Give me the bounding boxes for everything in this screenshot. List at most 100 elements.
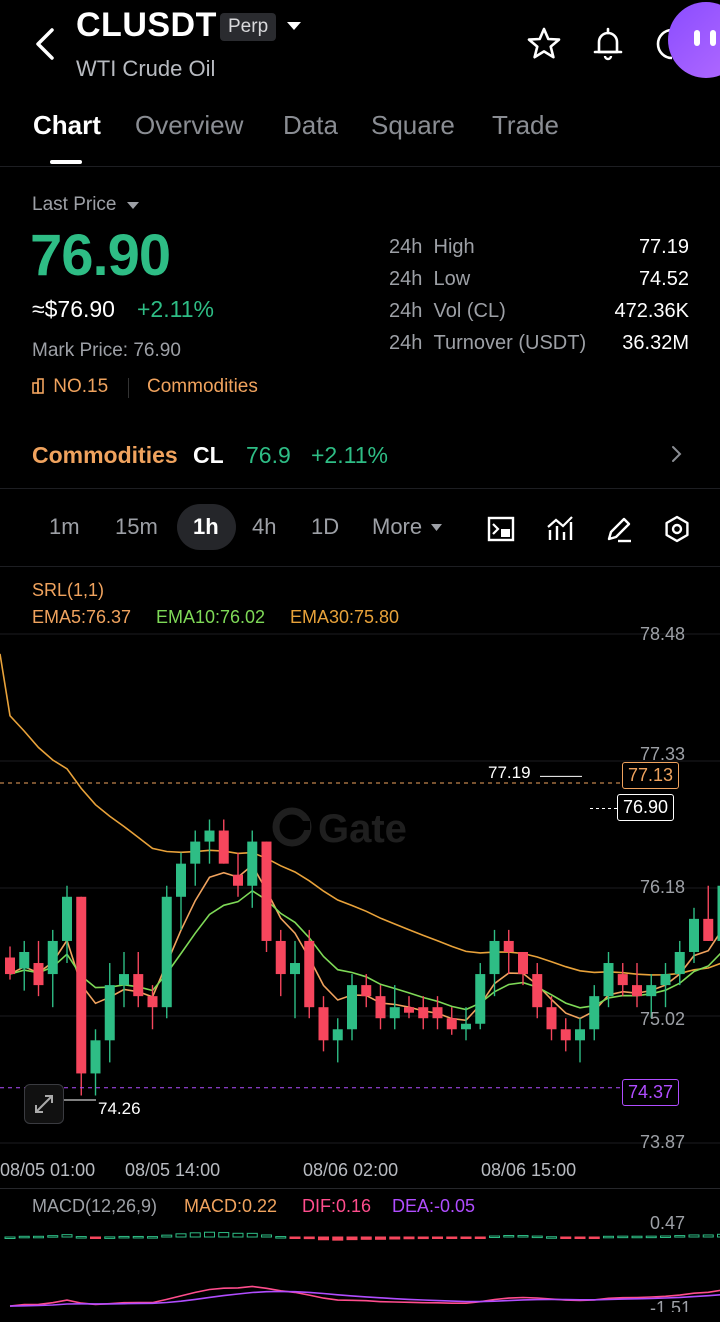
candle-body: [261, 841, 272, 941]
candle-body: [418, 1007, 429, 1019]
candle-body: [475, 974, 486, 1024]
candle-body: [361, 985, 372, 997]
dea-value: DEA:-0.05: [392, 1196, 476, 1216]
candle-body: [90, 1040, 101, 1074]
perp-badge: Perp: [220, 13, 277, 41]
mark-price: Mark Price: 76.90: [32, 340, 181, 361]
candle-body: [176, 863, 186, 897]
y-axis-label: 75.02: [640, 1009, 686, 1029]
candle-body: [290, 963, 300, 975]
macd-bar: [189, 1232, 201, 1238]
x-axis-label: 08/05 14:00: [125, 1160, 221, 1180]
candle-body: [304, 940, 315, 1008]
category-link[interactable]: Commodities: [147, 376, 258, 398]
symbol-title[interactable]: CLUSDT: [76, 6, 217, 45]
indicators-icon[interactable]: [545, 514, 575, 544]
interval-more[interactable]: More: [372, 514, 443, 540]
macd-bar: [631, 1235, 643, 1239]
macd-bar: [318, 1236, 329, 1241]
gate-watermark: Gate: [272, 807, 407, 851]
section-divider: [0, 488, 720, 489]
low-line-tag: 74.37: [622, 1079, 680, 1106]
candle-body: [617, 974, 628, 986]
candle-body: [133, 974, 144, 997]
y-axis-label: 76.18: [640, 877, 686, 897]
last-price-dropdown-icon: [126, 202, 139, 209]
candle-body: [389, 1007, 400, 1019]
candle-body: [446, 1018, 457, 1030]
candle-body: [575, 1029, 585, 1041]
commodities-row-change: +2.11%: [311, 442, 388, 468]
chart-type-icon[interactable]: [486, 514, 516, 544]
bell-icon[interactable]: [590, 26, 626, 62]
last-price-label: Last Price: [32, 194, 117, 215]
star-icon[interactable]: [526, 26, 562, 62]
stat-label: 24h High: [389, 236, 475, 258]
symbol-dropdown-icon[interactable]: [286, 20, 302, 32]
chart-top-divider: [0, 566, 720, 567]
interval-15m[interactable]: 15m: [115, 514, 158, 540]
macd-bar: [232, 1232, 244, 1238]
interval-1h[interactable]: 1h: [193, 514, 219, 540]
macd-bar: [588, 1236, 600, 1239]
stat-label: 24h Low: [389, 268, 471, 290]
x-axis-label: 08/06 15:00: [481, 1160, 577, 1180]
stat-24h-low: 24h Low 74.52: [389, 268, 689, 300]
candle-body: [19, 951, 30, 969]
tab-chart[interactable]: Chart: [33, 110, 101, 141]
macd-bar: [33, 1235, 44, 1239]
stat-label: 24h Turnover (USDT): [389, 332, 587, 354]
chart-settings-icon[interactable]: [662, 514, 692, 544]
interval-1m[interactable]: 1m: [49, 514, 80, 540]
macd-bar: [560, 1236, 572, 1239]
y-axis-label: 73.87: [640, 1132, 686, 1152]
last-price-selector[interactable]: Last Price: [32, 194, 140, 216]
back-arrow-icon[interactable]: [30, 24, 60, 64]
candle-body: [689, 918, 699, 952]
macd-bar: [204, 1231, 215, 1238]
more-dropdown-icon: [431, 524, 443, 531]
interval-4h[interactable]: 4h: [252, 514, 276, 540]
macd-bar: [645, 1235, 657, 1239]
dif-line: [9, 1285, 720, 1307]
candle-body: [461, 1023, 471, 1030]
chevron-right-icon[interactable]: [670, 444, 684, 464]
tab-trade[interactable]: Trade: [492, 110, 559, 141]
candle-body: [632, 985, 642, 997]
macd-bar: [4, 1236, 16, 1239]
interval-1d[interactable]: 1D: [311, 514, 339, 540]
assistant-bubble-icon[interactable]: [668, 2, 720, 78]
tab-overview[interactable]: Overview: [135, 110, 243, 141]
candle-body: [546, 1007, 557, 1030]
candle-body: [674, 951, 685, 975]
candle-body: [347, 985, 357, 1030]
candlestick-chart[interactable]: Gate: [0, 570, 720, 1170]
fullscreen-button[interactable]: [24, 1084, 64, 1124]
macd-bar: [688, 1234, 700, 1238]
candle-body: [204, 830, 215, 842]
candle-body: [76, 896, 87, 1074]
current-price-tag[interactable]: 76.90: [617, 794, 675, 821]
candle-body: [33, 963, 44, 986]
macd-title: MACD(12,26,9): [32, 1196, 158, 1216]
macd-bar: [674, 1235, 686, 1238]
candle-body: [703, 918, 714, 941]
tab-data[interactable]: Data: [283, 110, 338, 141]
macd-bar: [702, 1234, 714, 1238]
macd-bar: [161, 1234, 173, 1238]
macd-bar: [531, 1235, 543, 1239]
draw-pencil-icon[interactable]: [604, 514, 634, 544]
candle-body: [275, 940, 286, 975]
stat-value: 472.36K: [614, 300, 689, 322]
macd-bar: [90, 1236, 101, 1239]
rank-badge[interactable]: NO.15: [32, 376, 108, 398]
macd-bar: [61, 1234, 73, 1238]
candle-body: [503, 940, 514, 952]
macd-bar: [104, 1236, 116, 1239]
tabs-divider: [0, 166, 720, 167]
macd-bar: [660, 1235, 671, 1238]
interval-more-label: More: [372, 514, 423, 539]
candle-body: [404, 1007, 414, 1013]
tab-square[interactable]: Square: [371, 110, 455, 141]
commodities-row-category[interactable]: Commodities: [32, 442, 178, 469]
